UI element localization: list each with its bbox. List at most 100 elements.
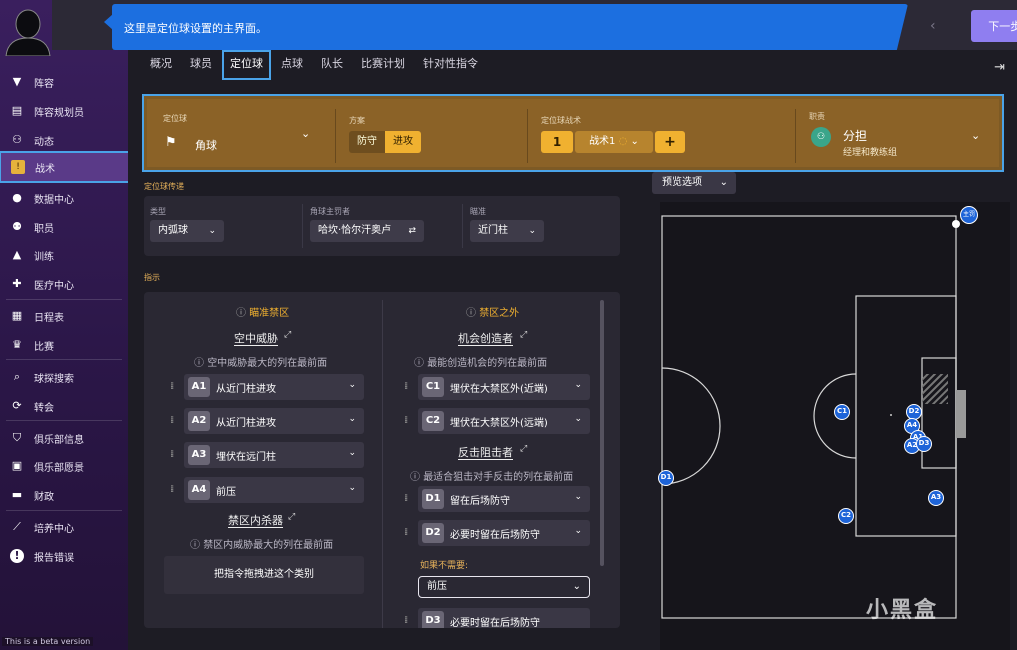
sidebar-item-report-bug[interactable]: ! 报告错误: [0, 542, 128, 570]
divider: [302, 204, 303, 248]
tab-set-pieces[interactable]: 定位球: [222, 50, 271, 80]
preview-options-dropdown[interactable]: 预览选项 ⌄: [652, 172, 736, 194]
responsibility-selector[interactable]: 职责 ⚇ 分担 经理和教练组 ⌄: [809, 105, 999, 167]
transfer-icon: ⟳: [12, 399, 22, 412]
chevron-down-icon: ⌄: [630, 136, 639, 147]
sidebar-item-club-vision[interactable]: ▣ 俱乐部愿景: [0, 452, 128, 480]
sidebar-item-transfers[interactable]: ⟳ 转会: [0, 392, 128, 420]
sidebar-item-squad-planner[interactable]: ▤ 阵容规划员: [0, 97, 128, 125]
tab-opposition-instructions[interactable]: 针对性指令: [415, 50, 486, 80]
training-cone-icon: ▲: [12, 248, 22, 261]
drop-zone[interactable]: 把指令拖拽进这个类别: [164, 556, 364, 594]
clipboard-icon: ▤: [11, 104, 23, 117]
exit-icon[interactable]: ⇥: [994, 60, 1005, 75]
drag-handle-icon[interactable]: ⁞⁞: [170, 449, 175, 460]
instruction-slot-a3[interactable]: ⁞⁞ A3 埋伏在远门柱 ⌄: [170, 442, 364, 468]
sidebar-item-medical[interactable]: ✚ 医疗中心: [0, 270, 128, 298]
chevron-down-icon: ⌄: [971, 129, 981, 142]
sidebar-item-squad[interactable]: ▼ 阵容: [0, 68, 128, 96]
staff-icon: ⚉: [12, 220, 22, 233]
sidebar-item-dev-centre[interactable]: ⟋ 培养中心: [0, 513, 128, 541]
tab-penalties[interactable]: 点球: [273, 50, 311, 80]
tab-overview[interactable]: 概况: [142, 50, 180, 80]
defend-option[interactable]: 防守: [349, 131, 385, 153]
avatar[interactable]: [4, 4, 52, 57]
corner-taker-selector[interactable]: 哈坎·恰尔汗奥卢 ⇄: [310, 220, 424, 242]
drag-handle-icon[interactable]: ⁞⁞: [404, 381, 409, 392]
sidebar-item-scouting[interactable]: ⌕ 球探搜索: [0, 363, 128, 391]
expand-icon[interactable]: ⤢: [288, 512, 295, 522]
marker-c1[interactable]: C1: [834, 404, 850, 420]
corner-taker-badge[interactable]: 主罚: [960, 206, 978, 224]
expand-icon[interactable]: ⤢: [520, 330, 527, 340]
previous-arrow-icon[interactable]: ‹: [930, 18, 936, 34]
shirt-icon: ▼: [12, 75, 22, 88]
sidebar-item-tactics[interactable]: ! 战术: [0, 151, 130, 183]
instruction-slot-a4[interactable]: ⁞⁞ A4 前压 ⌄: [170, 477, 364, 503]
tab-captains[interactable]: 队长: [313, 50, 351, 80]
briefcase-icon: ▣: [11, 459, 23, 472]
pitch-lines: [661, 215, 966, 619]
set-piece-type-selector[interactable]: 定位球 ⚑ 角球 ⌄: [163, 105, 323, 167]
set-piece-control-bar: 定位球 ⚑ 角球 ⌄ 方案 防守 进攻 定位球战术 1 战术1 ◌ ⌄ + 职责…: [142, 94, 1004, 172]
tab-match-plans[interactable]: 比赛计划: [353, 50, 413, 80]
marker-c2[interactable]: C2: [838, 508, 854, 524]
scrollbar[interactable]: [600, 300, 604, 566]
instruction-slot-a1[interactable]: ⁞⁞ A1 从近门柱进攻 ⌄: [170, 374, 364, 400]
sidebar: ▼ 阵容 ▤ 阵容规划员 ⚇ 动态 ! 战术 ● 数据中心 ⚉ 职员 ▲ 训练 ✚ 医疗中心 ▦…: [0, 0, 130, 650]
tab-players[interactable]: 球员: [182, 50, 220, 80]
top-bar: 这里是定位球设置的主界面。 ‹ 下一步 ›: [52, 0, 1017, 50]
divider: [527, 109, 528, 163]
drag-handle-icon[interactable]: ⁞⁞: [170, 381, 175, 392]
instruction-slot-d3[interactable]: ⁞⁞ D3 必要时留在后场防守: [404, 608, 590, 628]
marker-d3[interactable]: D3: [916, 436, 932, 452]
drag-handle-icon[interactable]: ⁞⁞: [170, 484, 175, 495]
sidebar-item-staff[interactable]: ⚉ 职员: [0, 213, 128, 241]
loading-ring-icon: ◌: [618, 136, 628, 147]
sidebar-item-training[interactable]: ▲ 训练: [0, 241, 128, 269]
instruction-slot-c2[interactable]: ⁞⁞ C2 埋伏在大禁区外(远端) ⌄: [404, 408, 590, 434]
sidebar-item-competitions[interactable]: ♛ 比赛: [0, 331, 128, 359]
drag-handle-icon[interactable]: ⁞⁞: [170, 415, 175, 426]
instruction-slot-a2[interactable]: ⁞⁞ A2 从近门柱进攻 ⌄: [170, 408, 364, 434]
delivery-section-title: 定位球传递: [144, 182, 184, 191]
plan-section: 方案 防守 进攻: [349, 105, 519, 167]
sidebar-item-finances[interactable]: ▬ 财政: [0, 481, 128, 509]
aim-dropdown[interactable]: 近门柱 ⌄: [470, 220, 544, 242]
delivery-type-dropdown[interactable]: 内弧球 ⌄: [150, 220, 224, 242]
tactics-board-icon: !: [11, 160, 25, 174]
attack-option[interactable]: 进攻: [385, 131, 421, 153]
calendar-icon: ▦: [11, 309, 23, 322]
drag-handle-icon[interactable]: ⁞⁞: [404, 493, 409, 504]
tactic-number: 1: [541, 131, 573, 153]
marker-a3[interactable]: A3: [928, 490, 944, 506]
chevron-down-icon: ⌄: [574, 380, 582, 390]
instruction-slot-d2[interactable]: ⁞⁞ D2 必要时留在后场防守 ⌄: [404, 520, 590, 546]
search-icon: ⌕: [13, 370, 21, 383]
attack-defend-toggle[interactable]: 防守 进攻: [349, 131, 421, 153]
drag-handle-icon[interactable]: ⁞⁞: [404, 415, 409, 426]
column-divider: [382, 300, 383, 628]
add-tactic-button[interactable]: +: [655, 131, 685, 153]
chevron-down-icon: ⌄: [348, 414, 356, 424]
control-bar-inner: 定位球 ⚑ 角球 ⌄ 方案 防守 进攻 定位球战术 1 战术1 ◌ ⌄ + 职责…: [147, 99, 999, 167]
sidebar-item-club-info[interactable]: ⛉ 俱乐部信息: [0, 424, 128, 452]
instruction-slot-d1[interactable]: ⁞⁞ D1 留在后场防守 ⌄: [404, 486, 590, 512]
chevron-down-icon: ⌄: [348, 483, 356, 493]
next-step-button[interactable]: 下一步 ›: [971, 10, 1017, 42]
trophy-icon: ♛: [12, 338, 22, 351]
marker-d1[interactable]: D1: [658, 470, 674, 486]
info-icon: ⓘ: [410, 472, 424, 483]
sidebar-divider: [6, 359, 122, 360]
sidebar-item-dynamics[interactable]: ⚇ 动态: [0, 126, 128, 154]
sidebar-item-schedule[interactable]: ▦ 日程表: [0, 302, 128, 330]
drag-handle-icon[interactable]: ⁞⁞: [404, 527, 409, 538]
tactic-selector[interactable]: 战术1 ◌ ⌄: [575, 131, 653, 153]
instruction-slot-c1[interactable]: ⁞⁞ C1 埋伏在大禁区外(近端) ⌄: [404, 374, 590, 400]
expand-icon[interactable]: ⤢: [284, 330, 291, 340]
fallback-dropdown[interactable]: 前压 ⌄: [418, 576, 590, 598]
drag-handle-icon[interactable]: ⁞⁞: [404, 615, 409, 626]
sidebar-item-data-hub[interactable]: ● 数据中心: [0, 184, 128, 212]
sidebar-divider: [6, 420, 122, 421]
expand-icon[interactable]: ⤢: [520, 444, 527, 454]
